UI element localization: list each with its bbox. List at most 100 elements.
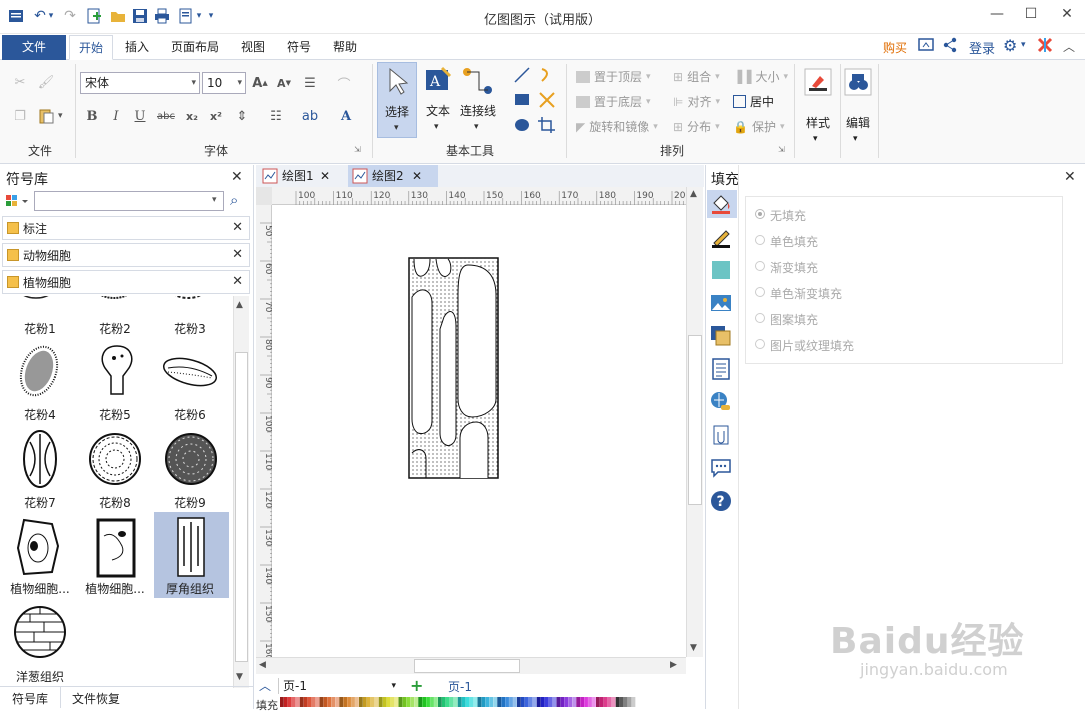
palette-swatch[interactable] [343, 697, 347, 707]
edit-button[interactable]: 编辑 ▾ [842, 66, 874, 146]
palette-swatch[interactable] [532, 697, 537, 707]
palette-swatch[interactable] [631, 697, 636, 707]
palette-swatch[interactable] [544, 697, 549, 707]
comment-icon[interactable] [710, 457, 732, 479]
palette-swatch[interactable] [299, 697, 304, 707]
subscript-icon[interactable]: x₂ [182, 106, 202, 126]
palette-swatch[interactable] [453, 697, 458, 707]
pollen-7-thumb[interactable] [20, 428, 60, 490]
palette-swatch[interactable] [607, 697, 612, 707]
text-dropdown-icon[interactable]: ▾ [434, 122, 439, 132]
page-bar-collapse-icon[interactable]: ︿ [259, 677, 271, 694]
palette-swatch[interactable] [540, 697, 545, 707]
fill-option-pattern[interactable]: 图案填充 [770, 311, 818, 328]
text-tool-button[interactable]: A 文本 ▾ [422, 64, 454, 136]
palette-swatch[interactable] [441, 697, 446, 707]
palette-swatch[interactable] [473, 697, 478, 707]
palette-swatch[interactable] [596, 697, 600, 707]
tab-insert[interactable]: 插入 [116, 35, 158, 60]
highlight-icon[interactable]: ab [300, 106, 320, 126]
palette-swatch[interactable] [528, 697, 533, 707]
protect-button[interactable]: 🔒 保护 ▾ [733, 118, 785, 135]
hyperlink-icon[interactable] [710, 391, 732, 413]
palette-swatch[interactable] [513, 697, 517, 707]
palette-swatch[interactable] [319, 697, 324, 707]
rectangle-tool-icon[interactable] [512, 91, 532, 109]
palette-swatch[interactable] [564, 697, 569, 707]
canvas-vertical-scrollbar[interactable]: ▲ ▼ [686, 187, 703, 657]
palette-swatch[interactable] [568, 697, 573, 707]
text-path-icon[interactable]: ⌒ [334, 73, 354, 93]
palette-swatch[interactable] [331, 697, 336, 707]
palette-swatch[interactable] [536, 697, 541, 707]
palette-swatch[interactable] [398, 697, 403, 707]
group-button[interactable]: ⊞ 组合 ▾ [673, 68, 720, 85]
font-color-icon[interactable]: A [336, 106, 356, 126]
scroll-up-icon[interactable]: ▲ [236, 300, 243, 310]
palette-swatch[interactable] [335, 697, 340, 707]
current-page-tab[interactable]: 页-1 [448, 678, 472, 695]
select-dropdown-icon[interactable]: ▾ [394, 123, 399, 133]
palette-swatch[interactable] [493, 697, 498, 707]
palette-swatch[interactable] [619, 697, 624, 707]
library-close-icon[interactable]: ✕ [231, 169, 243, 185]
palette-swatch[interactable] [355, 697, 359, 707]
palette-swatch[interactable] [548, 697, 553, 707]
library-row-close-icon[interactable]: ✕ [232, 247, 243, 262]
arc-tool-icon[interactable] [537, 66, 557, 84]
pollen-2-thumb[interactable] [92, 296, 136, 306]
palette-swatch[interactable] [283, 697, 288, 707]
palette-swatch[interactable] [497, 697, 502, 707]
palette-swatch[interactable] [576, 697, 581, 707]
palette-swatch[interactable] [438, 697, 442, 707]
palette-swatch[interactable] [351, 697, 355, 707]
layers-icon[interactable] [710, 325, 732, 347]
palette-swatch[interactable] [603, 697, 608, 707]
file-menu-button[interactable]: 文件 [2, 35, 66, 60]
doc-tab-drawing1[interactable]: 绘图1 ✕ [258, 165, 344, 187]
tab-symbols[interactable]: 符号 [278, 35, 320, 60]
minimize-icon[interactable]: — [982, 6, 1012, 26]
canvas-vscroll-thumb[interactable] [688, 335, 702, 505]
palette-swatch[interactable] [362, 697, 367, 707]
palette-swatch[interactable] [291, 697, 296, 707]
library-row-plant-cells[interactable]: 植物细胞 ✕ [2, 270, 250, 294]
canvas-horizontal-scrollbar[interactable]: ◀ ▶ [256, 657, 686, 674]
italic-icon[interactable]: I [106, 106, 126, 126]
palette-swatch[interactable] [347, 697, 351, 707]
palette-swatch[interactable] [307, 697, 312, 707]
format-painter-icon[interactable]: 🖌 [36, 72, 56, 92]
palette-swatch[interactable] [434, 697, 438, 707]
library-scrollbar[interactable]: ▲ ▼ [233, 296, 249, 688]
paste-dropdown-icon[interactable]: ▾ [58, 111, 63, 121]
copy-icon[interactable]: ❐ [10, 106, 30, 126]
buy-link[interactable]: 购买 [883, 39, 907, 56]
palette-swatch[interactable] [366, 697, 371, 707]
connector-tool-button[interactable]: 连接线 ▾ [458, 64, 498, 136]
fill-option-radio-gradient[interactable] [755, 261, 765, 271]
settings-dropdown-icon[interactable]: ▾ [1021, 40, 1026, 50]
style-dropdown-icon[interactable]: ▾ [813, 134, 818, 144]
palette-swatch[interactable] [461, 697, 466, 707]
palette-swatch[interactable] [505, 697, 509, 707]
collenchyma-thumb[interactable] [176, 516, 206, 578]
drawing-canvas[interactable] [272, 205, 686, 657]
palette-swatch[interactable] [481, 697, 486, 707]
palette-swatch[interactable] [592, 697, 596, 707]
ellipse-tool-icon[interactable] [512, 116, 532, 134]
palette-swatch[interactable] [465, 697, 470, 707]
palette-swatch[interactable] [295, 697, 300, 707]
tab-page-layout[interactable]: 页面布局 [164, 35, 226, 60]
bring-to-front-button[interactable]: 置于顶层 ▾ [576, 68, 651, 85]
palette-swatch[interactable] [509, 697, 513, 707]
library-row-close-icon[interactable]: ✕ [232, 220, 243, 235]
palette-swatch[interactable] [449, 697, 454, 707]
palette-swatch[interactable] [615, 697, 620, 707]
palette-swatch[interactable] [406, 697, 411, 707]
font-dialog-launcher-icon[interactable]: ⇲ [354, 145, 361, 154]
plant-cell-2-thumb[interactable] [92, 516, 140, 580]
size-button[interactable]: ▐▐ 大小 ▾ [733, 68, 788, 85]
center-button[interactable]: 居中 [733, 93, 774, 110]
shadow-icon[interactable] [710, 259, 732, 281]
palette-swatch[interactable] [430, 697, 434, 707]
